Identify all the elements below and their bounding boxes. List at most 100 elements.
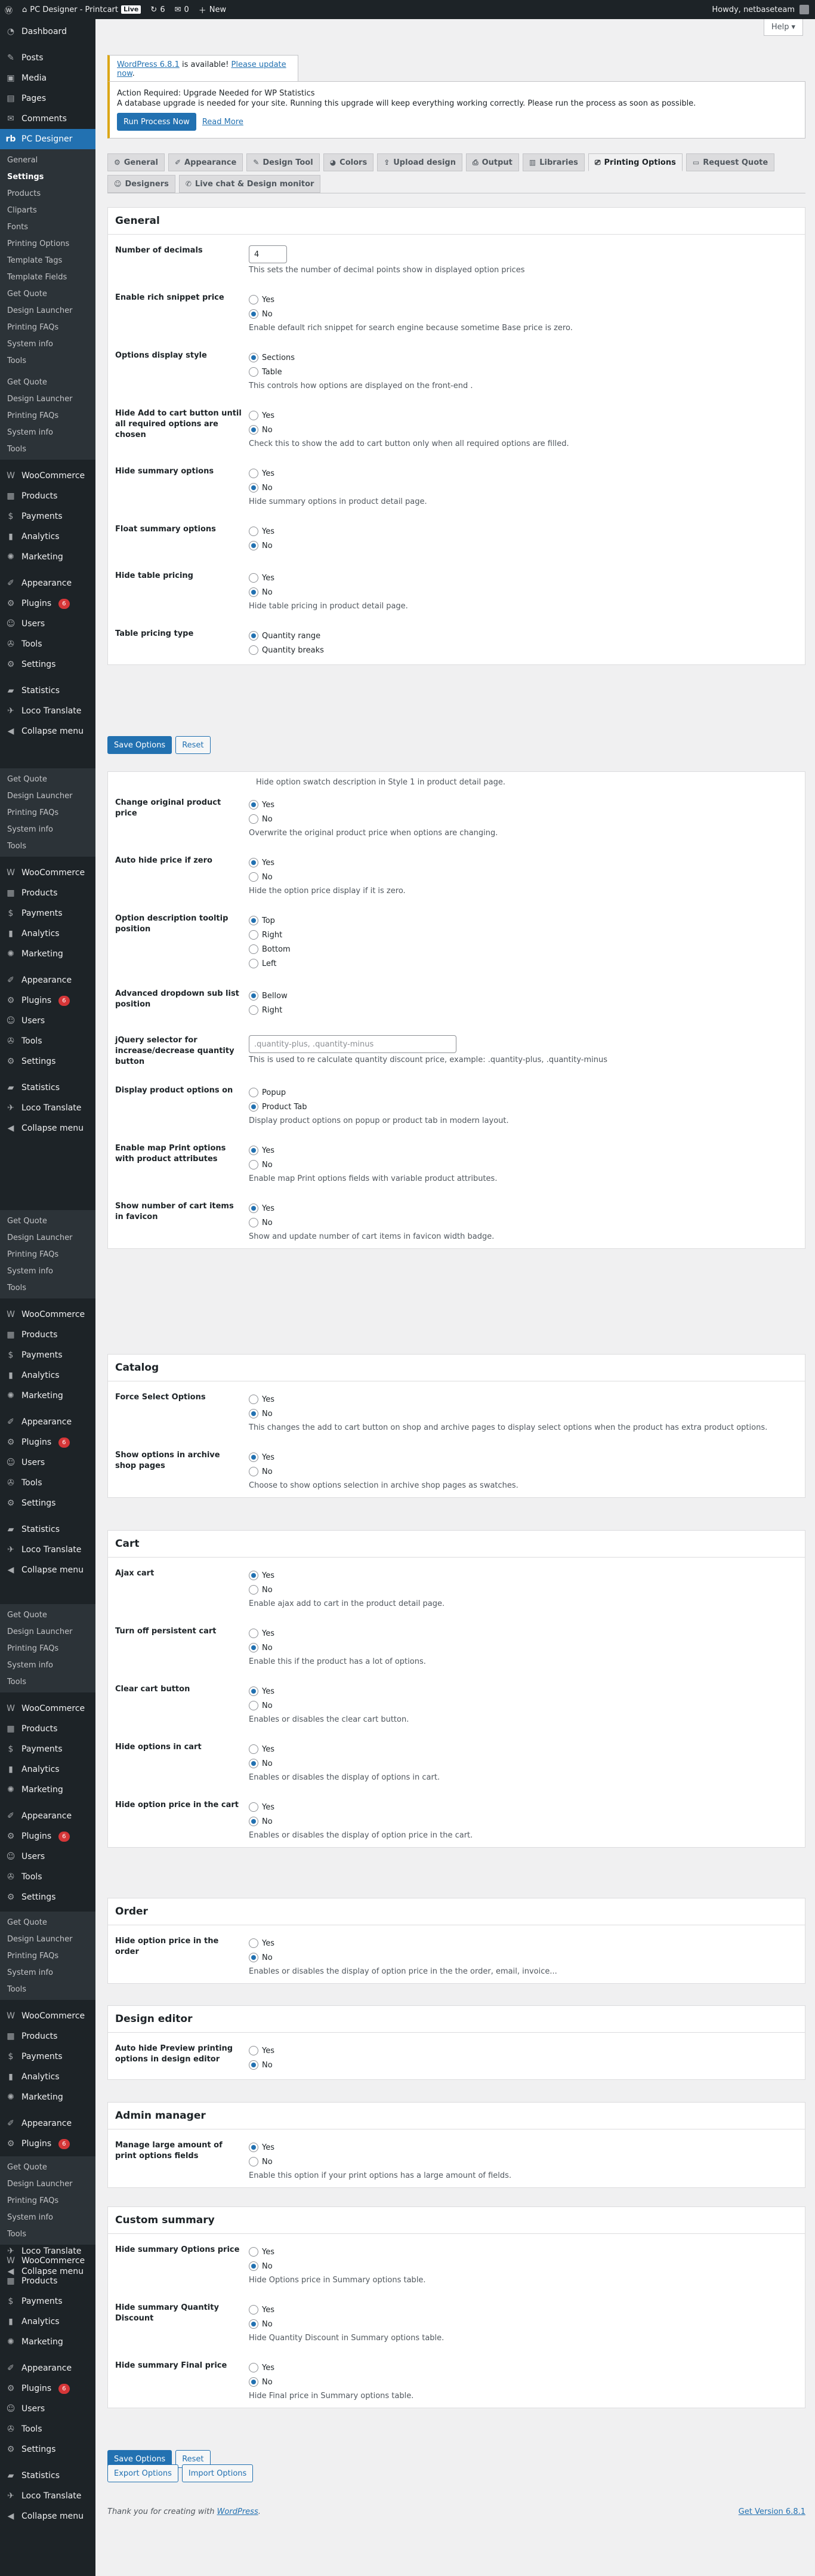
radio-button[interactable] bbox=[249, 2319, 258, 2329]
radio-button[interactable] bbox=[249, 1452, 258, 1462]
sidebar-item-appearance[interactable]: ✐ Appearance bbox=[0, 970, 95, 990]
submenu-item-system-info[interactable]: System info bbox=[0, 1263, 95, 1279]
sidebar-item-tools[interactable]: ✇ Tools bbox=[0, 634, 95, 654]
radio-hide-summary-options-price-yes[interactable]: Yes bbox=[249, 2245, 798, 2259]
tab-upload-design[interactable]: ⇪ Upload design bbox=[377, 153, 462, 171]
radio-button[interactable] bbox=[249, 1218, 258, 1227]
radio-button[interactable] bbox=[249, 353, 258, 362]
submenu-item-system-info[interactable]: System info bbox=[0, 1657, 95, 1673]
submenu-item-printing-faqs[interactable]: Printing FAQs bbox=[0, 1640, 95, 1657]
sidebar-item-appearance[interactable]: ✐ Appearance bbox=[0, 1412, 95, 1432]
sidebar-item-users[interactable]: ☺ Users bbox=[0, 1011, 95, 1031]
radio-display-product-options-on-popup[interactable]: Popup bbox=[249, 1085, 798, 1100]
radio-hide-add-to-cart-button-until-all-required-options-are-chosen-no[interactable]: No bbox=[249, 423, 798, 437]
sidebar-item-products[interactable]: ▦ Products bbox=[0, 883, 95, 903]
sidebar-item-loco-translate[interactable]: ✈ Loco Translate bbox=[0, 1098, 95, 1118]
submenu-item-design-launcher[interactable]: Design Launcher bbox=[0, 1623, 95, 1640]
sidebar-item-products[interactable]: ▦ Products bbox=[0, 2271, 95, 2291]
wordpress-link[interactable]: WordPress bbox=[217, 2507, 258, 2516]
radio-hide-summary-quantity-discount-yes[interactable]: Yes bbox=[249, 2303, 798, 2317]
tab-output[interactable]: ⎙ Output bbox=[465, 153, 519, 171]
radio-button[interactable] bbox=[249, 858, 258, 867]
radio-hide-summary-options-no[interactable]: No bbox=[249, 481, 798, 495]
sidebar-item-plugins[interactable]: ⚙ Plugins 6 bbox=[0, 593, 95, 614]
sidebar-item-marketing[interactable]: ✺ Marketing bbox=[0, 2087, 95, 2107]
sidebar-item-payments[interactable]: $ Payments bbox=[0, 1739, 95, 1759]
radio-option-description-tooltip-position-top[interactable]: Top bbox=[249, 913, 798, 928]
radio-button[interactable] bbox=[249, 573, 258, 583]
sidebar-item-statistics[interactable]: ▰ Statistics bbox=[0, 681, 95, 701]
help-button[interactable]: Help ▾ bbox=[763, 19, 803, 36]
radio-button[interactable] bbox=[249, 541, 258, 550]
radio-clear-cart-button-no[interactable]: No bbox=[249, 1698, 798, 1713]
radio-show-number-of-cart-items-in-favicon-yes[interactable]: Yes bbox=[249, 1201, 798, 1215]
radio-advanced-dropdown-sub-list-position-right[interactable]: Right bbox=[249, 1003, 798, 1017]
radio-button[interactable] bbox=[249, 2305, 258, 2315]
read-more-link[interactable]: Read More bbox=[202, 118, 243, 127]
radio-button[interactable] bbox=[249, 2060, 258, 2070]
sidebar-item-comments[interactable]: ✉ Comments bbox=[0, 109, 95, 129]
sidebar-item-products[interactable]: ▦ Products bbox=[0, 1325, 95, 1345]
sidebar-item-settings[interactable]: ⚙ Settings bbox=[0, 1887, 95, 1907]
sidebar-item-loco-translate[interactable]: ✈ Loco Translate bbox=[0, 701, 95, 721]
sidebar-item-payments[interactable]: $ Payments bbox=[0, 2046, 95, 2067]
sidebar-item-tools[interactable]: ✇ Tools bbox=[0, 2419, 95, 2439]
submenu-item-tools[interactable]: Tools bbox=[0, 1673, 95, 1690]
submenu-item-design-launcher[interactable]: Design Launcher bbox=[0, 1229, 95, 1246]
radio-button[interactable] bbox=[249, 1409, 258, 1418]
sidebar-item-woocommerce[interactable]: W WooCommerce bbox=[0, 2006, 95, 2026]
sidebar-item-pc-designer[interactable]: rb PC Designer bbox=[0, 129, 95, 149]
sidebar-item-woocommerce[interactable]: W WooCommerce bbox=[0, 1304, 95, 1325]
sidebar-item-users[interactable]: ☺ Users bbox=[0, 1846, 95, 1867]
tab-printing-options[interactable]: ⎚ Printing Options bbox=[588, 153, 683, 171]
submenu-item-system-info[interactable]: System info bbox=[0, 821, 95, 838]
radio-button[interactable] bbox=[249, 1701, 258, 1710]
submenu-item-tools[interactable]: Tools bbox=[0, 838, 95, 854]
radio-hide-summary-final-price-yes[interactable]: Yes bbox=[249, 2360, 798, 2375]
radio-hide-table-pricing-yes[interactable]: Yes bbox=[249, 571, 798, 585]
submenu-item-design-launcher[interactable]: Design Launcher bbox=[0, 2175, 95, 2192]
sidebar-item-settings[interactable]: ⚙ Settings bbox=[0, 2439, 95, 2460]
submenu-item-tools[interactable]: Tools bbox=[0, 441, 95, 457]
radio-button[interactable] bbox=[249, 631, 258, 641]
sidebar-item-plugins[interactable]: ⚙ Plugins 6 bbox=[0, 1826, 95, 1846]
radio-manage-large-amount-of-print-options-fields-no[interactable]: No bbox=[249, 2155, 798, 2169]
radio-force-select-options-yes[interactable]: Yes bbox=[249, 1392, 798, 1407]
radio-button[interactable] bbox=[249, 1395, 258, 1404]
sidebar-item-users[interactable]: ☺ Users bbox=[0, 1452, 95, 1473]
submenu-item-tools[interactable]: Tools bbox=[0, 1981, 95, 1998]
sidebar-item-analytics[interactable]: ▮ Analytics bbox=[0, 2067, 95, 2087]
radio-options-display-style-sections[interactable]: Sections bbox=[249, 350, 798, 365]
sidebar-item-tools[interactable]: ✇ Tools bbox=[0, 1031, 95, 1051]
sidebar-item-posts[interactable]: ✎ Posts bbox=[0, 48, 95, 68]
run-process-button[interactable]: Run Process Now bbox=[117, 113, 196, 131]
submenu-item-get-quote[interactable]: Get Quote bbox=[0, 1212, 95, 1229]
submenu-item-get-quote[interactable]: Get Quote bbox=[0, 1914, 95, 1931]
radio-float-summary-options-yes[interactable]: Yes bbox=[249, 524, 798, 538]
sidebar-item-marketing[interactable]: ✺ Marketing bbox=[0, 944, 95, 964]
sidebar-item-analytics[interactable]: ▮ Analytics bbox=[0, 924, 95, 944]
sidebar-item-collapse-menu[interactable]: ◀ Collapse menu bbox=[0, 1560, 95, 1580]
radio-change-original-product-price-no[interactable]: No bbox=[249, 812, 798, 826]
sidebar-item-pages[interactable]: ▤ Pages bbox=[0, 88, 95, 109]
submenu-item-system-info[interactable]: System info bbox=[0, 1964, 95, 1981]
radio-ajax-cart-yes[interactable]: Yes bbox=[249, 1568, 798, 1583]
radio-button[interactable] bbox=[249, 1088, 258, 1097]
radio-manage-large-amount-of-print-options-fields-yes[interactable]: Yes bbox=[249, 2140, 798, 2155]
radio-button[interactable] bbox=[249, 1686, 258, 1696]
import-options-button[interactable]: Import Options bbox=[181, 2464, 254, 2482]
wordpress-version-link[interactable]: WordPress 6.8.1 bbox=[117, 60, 180, 69]
sidebar-item-appearance[interactable]: ✐ Appearance bbox=[0, 2113, 95, 2134]
radio-table-pricing-type-quantity-breaks[interactable]: Quantity breaks bbox=[249, 643, 798, 657]
radio-enable-rich-snippet-price-no[interactable]: No bbox=[249, 307, 798, 321]
submenu-item-template-fields[interactable]: Template Fields bbox=[0, 269, 95, 285]
radio-enable-map-print-options-with-product-attributes-no[interactable]: No bbox=[249, 1158, 798, 1172]
radio-button[interactable] bbox=[249, 367, 258, 377]
sidebar-item-tools[interactable]: ✇ Tools bbox=[0, 1473, 95, 1493]
sidebar-item-marketing[interactable]: ✺ Marketing bbox=[0, 2332, 95, 2352]
radio-hide-option-price-in-the-cart-yes[interactable]: Yes bbox=[249, 1800, 798, 1814]
radio-button[interactable] bbox=[249, 1146, 258, 1155]
sidebar-item-tools[interactable]: ✇ Tools bbox=[0, 1867, 95, 1887]
sidebar-item-collapse-menu[interactable]: ◀ Collapse menu bbox=[0, 1118, 95, 1138]
export-options-button[interactable]: Export Options bbox=[107, 2464, 178, 2482]
